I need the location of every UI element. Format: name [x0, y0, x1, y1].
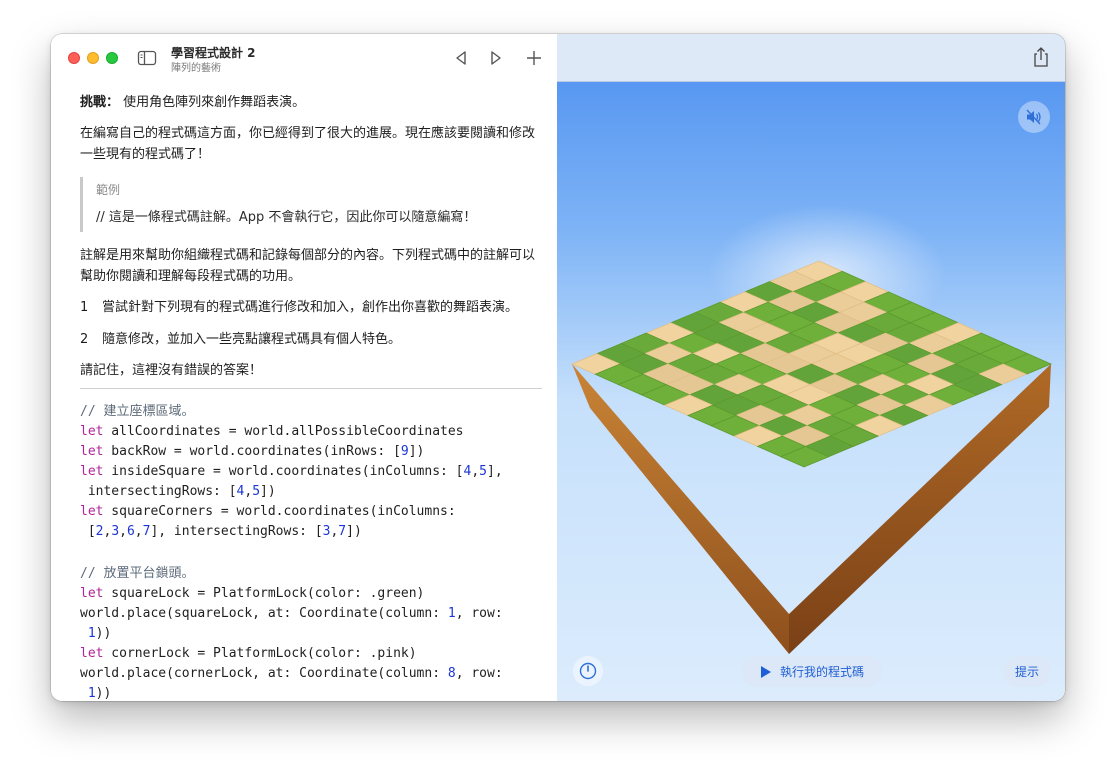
number-literal: 9 [400, 444, 409, 459]
keyword: let [80, 504, 104, 519]
code-text: world.place(squareLock, at: Coordinate(c… [80, 606, 448, 621]
code-text: ], [487, 464, 503, 479]
code-line[interactable]: let squareCorners = world.coordinates(in… [80, 502, 456, 522]
step-item: 1 嘗試針對下列現有的程式碼進行修改和加入，創作出你喜歡的舞蹈表演。 [80, 297, 542, 318]
code-comment[interactable]: // 放置平台鎖頭。 [80, 564, 194, 584]
code-text: , row: [455, 666, 503, 681]
number-literal: 1 [87, 686, 96, 701]
code-text: insideSquare = world.coordinates(inColum… [103, 464, 464, 479]
code-line[interactable]: let squareLock = PlatformLock(color: .gr… [80, 584, 424, 604]
challenge-line: 挑戰： 使用角色陣列來創作舞蹈表演。 [80, 92, 542, 113]
code-text: , row: [455, 606, 503, 621]
example-code: // 這是一條程式碼註解。App 不會執行它，因此你可以隨意編寫！ [96, 210, 477, 225]
app-window: 學習程式設計 2 陣列的藝術 挑戰： 使用角色陣列來創作舞蹈表演。 在編寫自己的… [51, 34, 1065, 701]
code-text: [ [80, 524, 96, 539]
minimize-window-button[interactable] [87, 52, 99, 64]
code-line[interactable]: 1)) [80, 624, 111, 644]
code-text: allCoordinates = world.allPossibleCoordi… [103, 424, 464, 439]
challenge-label: 挑戰： [80, 95, 120, 110]
run-code-button[interactable]: 執行我的程式碼 [742, 656, 882, 687]
code-text: backRow = world.coordinates(inRows: [ [103, 444, 401, 459]
code-line[interactable]: let backRow = world.coordinates(inRows: … [80, 442, 424, 462]
number-literal: 2 [95, 524, 104, 539]
instructions-pane: 學習程式設計 2 陣列的藝術 挑戰： 使用角色陣列來創作舞蹈表演。 在編寫自己的… [51, 34, 557, 701]
number-literal: 6 [126, 524, 135, 539]
code-line[interactable]: world.place(squareLock, at: Coordinate(c… [80, 604, 503, 624]
challenge-text: 使用角色陣列來創作舞蹈表演。 [119, 95, 306, 110]
close-window-button[interactable] [68, 52, 80, 64]
step-text: 嘗試針對下列現有的程式碼進行修改和加入，創作出你喜歡的舞蹈表演。 [102, 300, 519, 315]
number-literal: 3 [322, 524, 331, 539]
example-label: 範例 [96, 183, 121, 197]
plus-icon[interactable] [524, 48, 544, 68]
code-text: intersectingRows: [ [80, 484, 237, 499]
number-literal: 3 [111, 524, 120, 539]
code-text: ]) [408, 444, 425, 459]
code-text: squareCorners = world.coordinates(inColu… [103, 504, 456, 519]
chevron-left-icon[interactable] [451, 48, 471, 68]
keyword: let [80, 586, 104, 601]
number-literal: 1 [87, 626, 96, 641]
divider [80, 388, 542, 389]
number-literal: 4 [236, 484, 245, 499]
code-line[interactable]: let insideSquare = world.coordinates(inC… [80, 462, 503, 482]
keyword: let [80, 444, 104, 459]
code-text: ]) [346, 524, 362, 539]
zoom-window-button[interactable] [106, 52, 118, 64]
step-number: 1 [80, 300, 89, 315]
intro-paragraph: 在編寫自己的程式碼這方面，你已經得到了很大的進展。現在應該要閱讀和修改一些現有的… [80, 126, 536, 162]
number-literal: 1 [447, 606, 456, 621]
code-comment[interactable]: // 建立座標區域。 [80, 402, 194, 422]
play-icon [760, 665, 771, 678]
code-line[interactable]: world.place(cornerLock, at: Coordinate(c… [80, 664, 503, 684]
step-number: 2 [80, 332, 89, 347]
number-literal: 5 [479, 464, 487, 479]
live-view-toolbar [557, 34, 1065, 82]
number-literal: 7 [338, 524, 347, 539]
reminder-text: 請記住，這裡沒有錯誤的答案！ [80, 363, 263, 378]
code-text: squareLock = PlatformLock(color: .green) [103, 586, 425, 601]
chevron-right-icon[interactable] [486, 48, 506, 68]
sidebar-toggle-icon[interactable] [137, 50, 157, 66]
step-item: 2 隨意修改，並加入一些亮點讓程式碼具有個人特色。 [80, 329, 542, 350]
share-icon[interactable] [1031, 46, 1051, 68]
keyword: let [80, 464, 104, 479]
window-subtitle: 陣列的藝術 [171, 63, 221, 74]
speedometer-icon[interactable] [573, 656, 603, 686]
title-bar: 學習程式設計 2 陣列的藝術 [51, 34, 557, 80]
comment-explanation: 註解是用來幫助你組織程式碼和記錄每個部分的內容。下列程式碼中的註解可以幫助你閱讀… [80, 248, 536, 284]
number-literal: 4 [463, 464, 472, 479]
live-view-pane: 執行我的程式碼 提示 [557, 34, 1065, 701]
code-text: ]) [260, 484, 276, 499]
puzzle-world[interactable] [557, 34, 1065, 701]
code-text: )) [95, 686, 112, 701]
code-text: cornerLock = PlatformLock(color: .pink) [103, 646, 417, 661]
code-text: ], intersectingRows: [ [150, 524, 323, 539]
step-text: 隨意修改，並加入一些亮點讓程式碼具有個人特色。 [102, 332, 402, 347]
code-line[interactable]: 1)) [80, 684, 111, 701]
number-literal: 5 [252, 484, 261, 499]
example-block: 範例 // 這是一條程式碼註解。App 不會執行它，因此你可以隨意編寫！ [80, 177, 545, 232]
code-line[interactable]: let cornerLock = PlatformLock(color: .pi… [80, 644, 417, 664]
code-line[interactable]: intersectingRows: [4,5]) [80, 482, 276, 502]
run-code-label: 執行我的程式碼 [779, 665, 864, 679]
code-text: )) [95, 626, 112, 641]
keyword: let [80, 424, 104, 439]
code-text: world.place(cornerLock, at: Coordinate(c… [80, 666, 448, 681]
code-line[interactable]: [2,3,6,7], intersectingRows: [3,7]) [80, 522, 362, 542]
code-line[interactable]: let allCoordinates = world.allPossibleCo… [80, 422, 464, 442]
hint-label: 提示 [1014, 665, 1039, 679]
hint-button[interactable]: 提示 [1003, 656, 1051, 687]
keyword: let [80, 646, 104, 661]
speaker-muted-icon[interactable] [1018, 101, 1050, 133]
number-literal: 8 [447, 666, 456, 681]
